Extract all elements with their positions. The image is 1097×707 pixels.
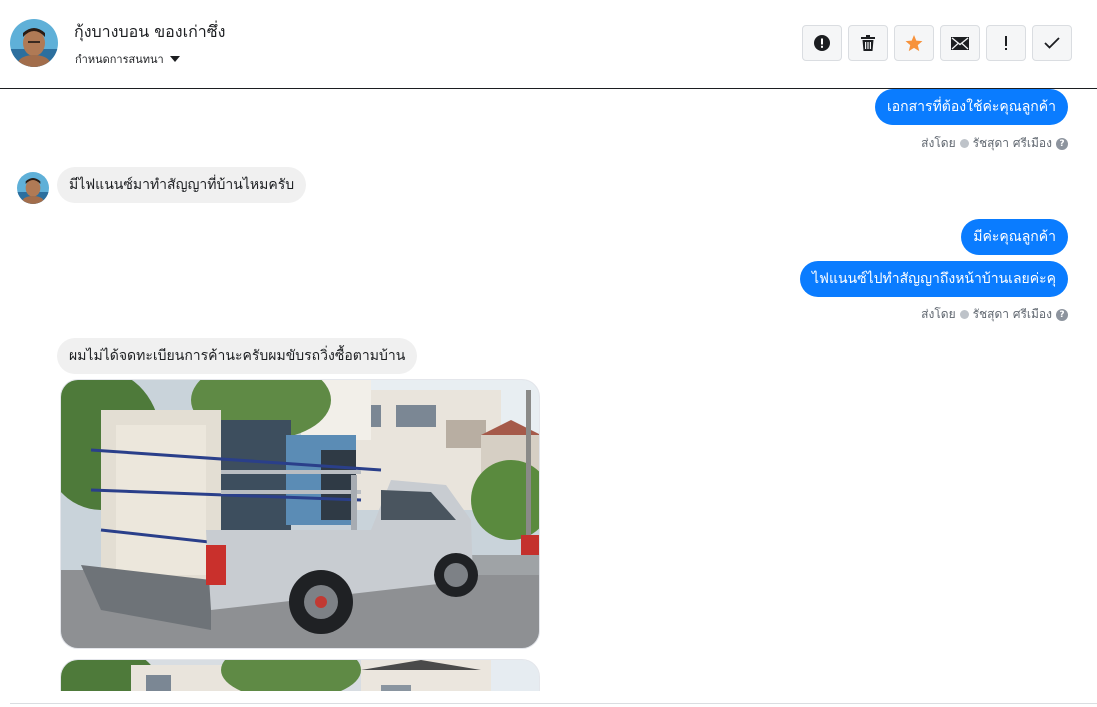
spam-button[interactable] [802, 25, 842, 61]
mark-done-button[interactable] [1032, 25, 1072, 61]
conversation-header: กุ้งบางบอน ของเก่าซึ่ง กำหนดการสนทนา [0, 0, 1097, 89]
caret-down-icon [169, 56, 180, 62]
message-photo[interactable] [60, 379, 540, 649]
exclamation-icon [1005, 36, 1007, 50]
sender-name: รัชสุดา ศรีเมือง [972, 136, 1052, 150]
delete-button[interactable] [848, 25, 888, 61]
message-photo[interactable] [60, 659, 540, 691]
assign-conversation-dropdown[interactable]: กำหนดการสนทนา [75, 50, 180, 68]
assign-conversation-label: กำหนดการสนทนา [75, 53, 164, 66]
composer-divider [10, 703, 1097, 704]
page-badge-icon [959, 139, 969, 148]
star-button[interactable] [894, 25, 934, 61]
message-thread[interactable]: เอกสารที่ต้องใช้ค่ะคุณลูกค้า ส่งโดย รัชส… [0, 89, 1097, 691]
help-icon[interactable]: ? [1056, 137, 1068, 150]
conversation-toolbar [802, 25, 1072, 61]
star-icon [905, 34, 923, 51]
contact-avatar-small[interactable] [17, 172, 49, 204]
alert-circle-icon [814, 35, 830, 51]
outgoing-message[interactable]: มีค่ะคุณลูกค้า [961, 219, 1068, 255]
sent-by-line: ส่งโดย รัชสุดา ศรีเมือง ? [921, 134, 1068, 153]
mark-unread-button[interactable] [940, 25, 980, 61]
contact-name: กุ้งบางบอน ของเก่าซึ่ง [74, 22, 226, 41]
truck-photo-image [61, 380, 539, 648]
trash-icon [861, 35, 875, 51]
sent-by-prefix: ส่งโดย [921, 136, 956, 150]
sent-by-prefix: ส่งโดย [921, 307, 956, 321]
follow-up-button[interactable] [986, 25, 1026, 61]
help-icon[interactable]: ? [1056, 308, 1068, 321]
outgoing-message[interactable]: เอกสารที่ต้องใช้ค่ะคุณลูกค้า [874, 89, 1068, 125]
sender-name: รัชสุดา ศรีเมือง [972, 307, 1052, 321]
outgoing-message[interactable]: ไฟแนนซ์ไปทำสัญญาถึงหน้าบ้านเลยค่ะคุ [799, 261, 1068, 297]
page-badge-icon [959, 310, 969, 319]
envelope-icon [951, 36, 969, 50]
sent-by-line: ส่งโดย รัชสุดา ศรีเมือง ? [921, 305, 1068, 324]
house-photo-image [61, 660, 539, 691]
contact-avatar[interactable] [10, 19, 58, 67]
incoming-message[interactable]: ผมไม่ได้จดทะเบียนการค้านะครับผมขับรถวิ่ง… [57, 338, 418, 374]
checkmark-icon [1044, 37, 1060, 49]
incoming-message[interactable]: มีไฟแนนซ์มาทำสัญญาที่บ้านไหมครับ [57, 167, 307, 203]
